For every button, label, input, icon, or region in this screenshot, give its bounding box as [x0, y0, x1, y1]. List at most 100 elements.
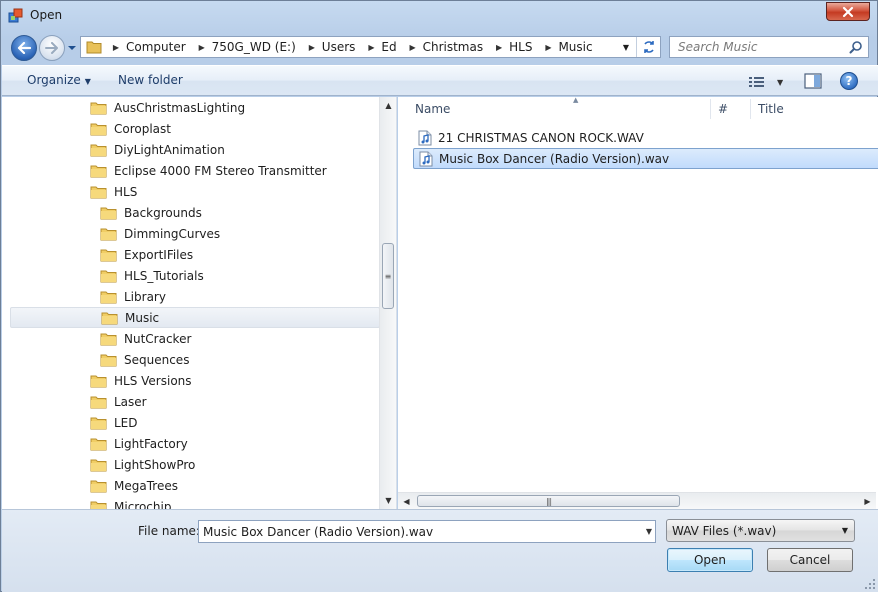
scroll-down-icon[interactable]: ▼ — [380, 492, 396, 509]
recent-pages-dropdown[interactable] — [67, 43, 77, 53]
breadcrumb-item[interactable]: ▶ Music — [538, 37, 598, 57]
tree-item-megatrees[interactable]: MegaTrees — [90, 475, 178, 496]
breadcrumb-item[interactable]: ▶ Computer — [106, 37, 192, 57]
tree-item-dimmingcurves[interactable]: DimmingCurves — [100, 223, 220, 244]
cancel-button[interactable]: Cancel — [767, 548, 853, 572]
folder-icon — [100, 291, 117, 303]
title-bar: Open — [1, 1, 877, 31]
details-view-icon — [749, 77, 764, 87]
tree-item-label: Backgrounds — [124, 205, 202, 220]
tree-item-label: DimmingCurves — [124, 226, 221, 241]
file-name-field[interactable]: Music Box Dancer (Radio Version).wav ▼ — [198, 520, 656, 543]
breadcrumb-item[interactable]: ▶ 750G_WD (E:) — [192, 37, 302, 57]
tree-item-lightshowpro[interactable]: LightShowPro — [90, 454, 195, 475]
search-box[interactable]: Search Music — [669, 36, 869, 58]
folder-icon — [100, 207, 117, 219]
window-title: Open — [30, 8, 63, 22]
close-button[interactable] — [826, 2, 870, 21]
scrollbar-thumb[interactable]: ||| — [417, 495, 680, 507]
column-divider[interactable] — [750, 99, 751, 119]
tree-item-label: Coroplast — [114, 121, 171, 136]
tree-item-sequences[interactable]: Sequences — [100, 349, 189, 370]
tree-item-music[interactable]: Music — [10, 307, 380, 328]
folder-icon — [100, 249, 117, 261]
folder-icon — [90, 501, 107, 509]
column-header-number[interactable]: # — [718, 97, 748, 121]
tree-item-nutcracker[interactable]: NutCracker — [100, 328, 191, 349]
breadcrumb-label: 750G_WD (E:) — [211, 40, 296, 54]
folder-icon — [90, 438, 107, 450]
navigation-pane[interactable]: AusChristmasLighting Coroplast DiyLightAni… — [2, 97, 397, 509]
tree-item-label: DiyLightAnimation — [114, 142, 225, 157]
tree-item-backgrounds[interactable]: Backgrounds — [100, 202, 202, 223]
file-name-value[interactable]: Music Box Dancer (Radio Version).wav — [203, 525, 433, 539]
address-dropdown[interactable]: ▼ — [618, 37, 634, 57]
address-bar[interactable]: ▶ Computer ▶ 750G_WD (E:) ▶ Users ▶ Ed ▶ Christma… — [80, 36, 661, 58]
chevron-down-icon: ▼ — [841, 526, 848, 535]
tree-item-label: Laser — [114, 394, 147, 409]
scroll-left-icon[interactable]: ◀ — [398, 493, 415, 509]
breadcrumb-item[interactable]: ▶ Users — [302, 37, 362, 57]
breadcrumb-arrow-icon[interactable]: ▶ — [406, 43, 420, 52]
open-button[interactable]: Open — [667, 548, 753, 572]
chevron-down-icon: ▼ — [777, 77, 784, 87]
help-button[interactable]: ? — [840, 72, 858, 90]
tree-item-label: LightShowPro — [114, 457, 196, 472]
new-folder-button[interactable]: New folder — [118, 73, 183, 87]
search-icon[interactable] — [849, 40, 863, 54]
change-view-button[interactable]: ▼ — [749, 74, 785, 90]
file-name: 21 CHRISTMAS CANON ROCK.WAV — [438, 130, 644, 145]
dialog-footer: File name: Music Box Dancer (Radio Versi… — [2, 509, 878, 592]
file-row[interactable]: Music Box Dancer (Radio Version).wav — [413, 148, 878, 169]
organize-button[interactable]: Organize ▼ — [27, 73, 91, 87]
tree-item-auschristmaslighting[interactable]: AusChristmasLighting — [90, 97, 245, 118]
scrollbar-thumb[interactable]: ≡ — [382, 243, 394, 309]
preview-pane-icon[interactable] — [804, 73, 822, 89]
forward-button[interactable] — [39, 35, 65, 61]
file-list-pane[interactable]: Name ▲ # Title 21 CHRISTMAS CANON ROCK.W… — [398, 97, 878, 509]
tree-item-led[interactable]: LED — [90, 412, 138, 433]
scroll-up-icon[interactable]: ▲ — [380, 97, 396, 114]
folder-icon — [100, 354, 117, 366]
breadcrumb-arrow-icon[interactable]: ▶ — [364, 43, 378, 52]
tree-item-diylightanimation[interactable]: DiyLightAnimation — [90, 139, 225, 160]
breadcrumb-arrow-icon[interactable]: ▶ — [109, 43, 123, 52]
tree-item-microchip[interactable]: Microchip — [90, 496, 171, 509]
column-divider[interactable] — [710, 99, 711, 119]
back-button[interactable] — [11, 35, 37, 61]
tree-item-library[interactable]: Library — [100, 286, 166, 307]
search-placeholder: Search Music — [678, 40, 758, 54]
file-list-horizontal-scrollbar[interactable]: ◀ ||| ▶ — [398, 492, 876, 509]
column-header-name[interactable]: Name ▲ — [415, 97, 710, 121]
refresh-button[interactable] — [636, 37, 660, 57]
tree-item-hls-tutorials[interactable]: HLS_Tutorials — [100, 265, 204, 286]
chevron-down-icon[interactable]: ▼ — [646, 527, 652, 536]
breadcrumb-arrow-icon[interactable]: ▶ — [305, 43, 319, 52]
resize-grip-icon[interactable] — [864, 578, 876, 590]
breadcrumb-arrow-icon[interactable]: ▶ — [195, 43, 209, 52]
breadcrumb-arrow-icon[interactable]: ▶ — [492, 43, 506, 52]
breadcrumb-item[interactable]: ▶ HLS — [489, 37, 538, 57]
command-bar: Organize ▼ New folder ▼ ? — [2, 65, 878, 96]
navigation-scrollbar[interactable]: ▲ ≡ ▼ — [379, 97, 396, 509]
file-row[interactable]: 21 CHRISTMAS CANON ROCK.WAV — [413, 127, 644, 148]
scroll-right-icon[interactable]: ▶ — [859, 493, 876, 509]
tree-item-exportifiles[interactable]: ExportIFiles — [100, 244, 193, 265]
tree-item-laser[interactable]: Laser — [90, 391, 147, 412]
file-type-select[interactable]: WAV Files (*.wav) ▼ — [666, 519, 855, 542]
breadcrumb-item[interactable]: ▶ Ed — [361, 37, 402, 57]
tree-item-coroplast[interactable]: Coroplast — [90, 118, 171, 139]
tree-item-label: HLS_Tutorials — [124, 268, 204, 283]
tree-item-eclipse-4000-fm-stereo-transmitter[interactable]: Eclipse 4000 FM Stereo Transmitter — [90, 160, 327, 181]
folder-icon — [101, 312, 118, 324]
tree-item-hls[interactable]: HLS — [90, 181, 137, 202]
tree-item-label: NutCracker — [124, 331, 192, 346]
tree-item-label: HLS — [114, 184, 138, 199]
breadcrumb-item[interactable]: ▶ Christmas — [403, 37, 490, 57]
tree-item-hls-versions[interactable]: HLS Versions — [90, 370, 192, 391]
chevron-down-icon: ▼ — [84, 77, 91, 86]
column-header-title[interactable]: Title — [758, 97, 858, 121]
tree-item-lightfactory[interactable]: LightFactory — [90, 433, 188, 454]
breadcrumb-arrow-icon[interactable]: ▶ — [541, 43, 555, 52]
breadcrumb-label: Users — [321, 40, 356, 54]
